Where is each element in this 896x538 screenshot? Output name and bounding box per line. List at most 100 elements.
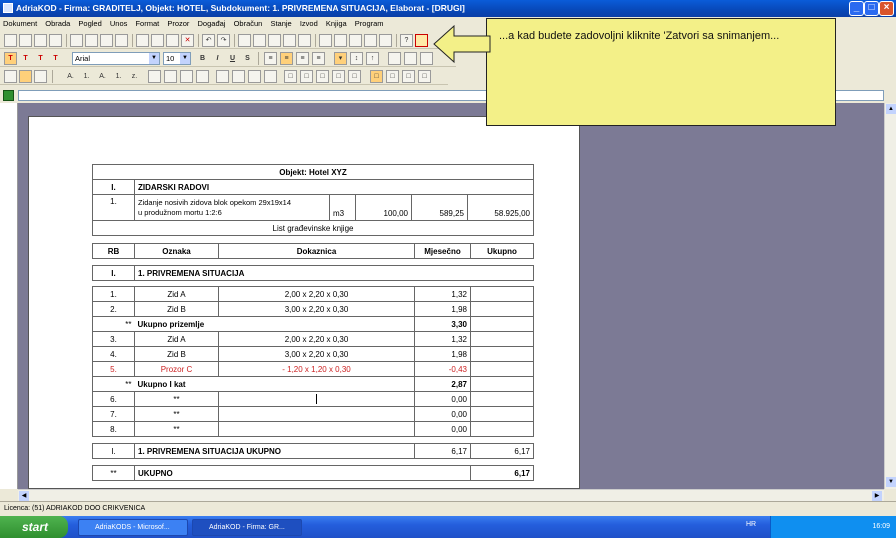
delete-row-icon[interactable] — [248, 70, 261, 83]
list-style-button[interactable]: z. — [128, 70, 141, 83]
menu-obrada[interactable]: Obrada — [45, 19, 70, 28]
scroll-down-icon[interactable]: ▼ — [886, 477, 896, 487]
valign-top-icon[interactable]: ↑ — [366, 52, 379, 65]
home-icon[interactable] — [253, 34, 266, 47]
print-icon[interactable] — [49, 34, 62, 47]
list-style-button[interactable]: A. — [96, 70, 109, 83]
table-row[interactable]: 7. ** 0,00 — [92, 406, 534, 422]
close-button[interactable]: × — [879, 1, 894, 16]
subtotal-row[interactable]: ** Ukupno I kat 2,87 — [92, 376, 534, 392]
cut-icon[interactable] — [136, 34, 149, 47]
table-row[interactable]: 4. Zid B 3,00 x 2,20 x 0,30 1,98 — [92, 346, 534, 362]
strike-button[interactable]: S — [241, 52, 254, 65]
find-icon[interactable] — [85, 34, 98, 47]
row-dokaznica[interactable] — [218, 391, 415, 407]
brush-icon[interactable] — [404, 52, 417, 65]
paragraph-icon[interactable] — [19, 70, 32, 83]
scroll-up-icon[interactable]: ▲ — [886, 104, 896, 114]
grid-icon[interactable] — [148, 70, 161, 83]
align-right-icon[interactable]: ≡ — [296, 52, 309, 65]
italic-button[interactable]: I — [211, 52, 224, 65]
settings-icon[interactable] — [364, 34, 377, 47]
border-icon[interactable]: □ — [370, 70, 383, 83]
document-page[interactable]: Objekt: Hotel XYZ I. ZIDARSKI RADOVI 1. … — [28, 116, 580, 489]
columns-icon[interactable] — [34, 70, 47, 83]
taskbar-item[interactable]: AdriaKODS - Microsof... — [78, 519, 188, 536]
align-center-icon[interactable]: ≡ — [280, 52, 293, 65]
menu-pogled[interactable]: Pogled — [78, 19, 101, 28]
bold-button[interactable]: B — [196, 52, 209, 65]
font-size-select[interactable]: 10 ▼ — [163, 52, 191, 65]
paint-icon[interactable] — [388, 52, 401, 65]
border-icon[interactable]: □ — [348, 70, 361, 83]
table-row[interactable]: 6. ** 0,00 — [92, 391, 534, 407]
link-icon[interactable] — [268, 34, 281, 47]
border-icon[interactable]: □ — [332, 70, 345, 83]
menu-stanje[interactable]: Stanje — [270, 19, 291, 28]
window-icon[interactable] — [319, 34, 332, 47]
font-name-select[interactable]: Arial ▼ — [72, 52, 160, 65]
binoculars-icon[interactable] — [334, 34, 347, 47]
delete-col-icon[interactable] — [264, 70, 277, 83]
scroll-right-icon[interactable]: ▶ — [872, 491, 882, 501]
border-icon[interactable]: □ — [284, 70, 297, 83]
number-icon[interactable] — [115, 34, 128, 47]
grid-icon[interactable] — [180, 70, 193, 83]
border-icon[interactable]: □ — [402, 70, 415, 83]
insert-row-icon[interactable] — [216, 70, 229, 83]
menu-knjiga[interactable]: Knjiga — [326, 19, 347, 28]
start-button[interactable]: start — [0, 516, 68, 538]
menu-prozor[interactable]: Prozor — [167, 19, 189, 28]
menu-obracun[interactable]: Obračun — [234, 19, 263, 28]
menu-unos[interactable]: Unos — [110, 19, 128, 28]
justify-icon[interactable]: ≡ — [312, 52, 325, 65]
list-style-button[interactable]: 1. — [80, 70, 93, 83]
style-button[interactable]: T — [49, 52, 62, 65]
underline-button[interactable]: U — [226, 52, 239, 65]
style-button[interactable]: T — [4, 52, 17, 65]
find-next-icon[interactable] — [100, 34, 113, 47]
grid-icon[interactable] — [164, 70, 177, 83]
grid-icon[interactable] — [196, 70, 209, 83]
table-row[interactable]: 3. Zid A 2,00 x 2,20 x 0,30 1,32 — [92, 331, 534, 347]
copy-icon[interactable] — [151, 34, 164, 47]
table-row[interactable]: 8. ** 0,00 — [92, 421, 534, 437]
style-button[interactable]: T — [34, 52, 47, 65]
menu-dogadaj[interactable]: Događaj — [198, 19, 226, 28]
table-row[interactable]: 2. Zid B 3,00 x 2,20 x 0,30 1,98 — [92, 301, 534, 317]
menu-program[interactable]: Program — [355, 19, 384, 28]
format-icon[interactable] — [4, 70, 17, 83]
border-icon[interactable]: □ — [418, 70, 431, 83]
save-icon[interactable] — [34, 34, 47, 47]
list-style-button[interactable]: 1. — [112, 70, 125, 83]
preview-icon[interactable] — [70, 34, 83, 47]
vertical-scrollbar[interactable]: ▲ ▼ — [884, 103, 896, 489]
menu-format[interactable]: Format — [135, 19, 159, 28]
scroll-left-icon[interactable]: ◀ — [19, 491, 29, 501]
style-button[interactable]: T — [19, 52, 32, 65]
paste-icon[interactable] — [166, 34, 179, 47]
undo-icon[interactable]: ↶ — [202, 34, 215, 47]
valign-middle-icon[interactable]: ↕ — [350, 52, 363, 65]
list-style-button[interactable]: A. — [64, 70, 77, 83]
delete-icon[interactable]: ✕ — [181, 34, 194, 47]
border-icon[interactable]: □ — [386, 70, 399, 83]
border-icon[interactable]: □ — [300, 70, 313, 83]
zoom-icon[interactable] — [349, 34, 362, 47]
horizontal-scrollbar[interactable]: ◀ ▶ — [18, 489, 884, 501]
menu-izvod[interactable]: Izvod — [300, 19, 318, 28]
table-row[interactable]: 5. Prozor C - 1,20 x 1,20 x 0,30 -0,43 — [92, 361, 534, 377]
maximize-button[interactable]: □ — [864, 1, 879, 16]
pen-icon[interactable] — [379, 34, 392, 47]
table-row[interactable]: 1. Zid A 2,00 x 2,20 x 0,30 1,32 — [92, 286, 534, 302]
align-left-icon[interactable]: ≡ — [264, 52, 277, 65]
help-icon[interactable]: ? — [400, 34, 413, 47]
minimize-button[interactable]: _ — [849, 1, 864, 16]
close-and-save-icon[interactable] — [415, 34, 428, 47]
language-indicator[interactable]: HR — [746, 521, 756, 528]
valign-icon[interactable]: ▾ — [334, 52, 347, 65]
new-icon[interactable] — [4, 34, 17, 47]
calc-icon[interactable] — [238, 34, 251, 47]
open-icon[interactable] — [19, 34, 32, 47]
list-icon[interactable] — [298, 34, 311, 47]
